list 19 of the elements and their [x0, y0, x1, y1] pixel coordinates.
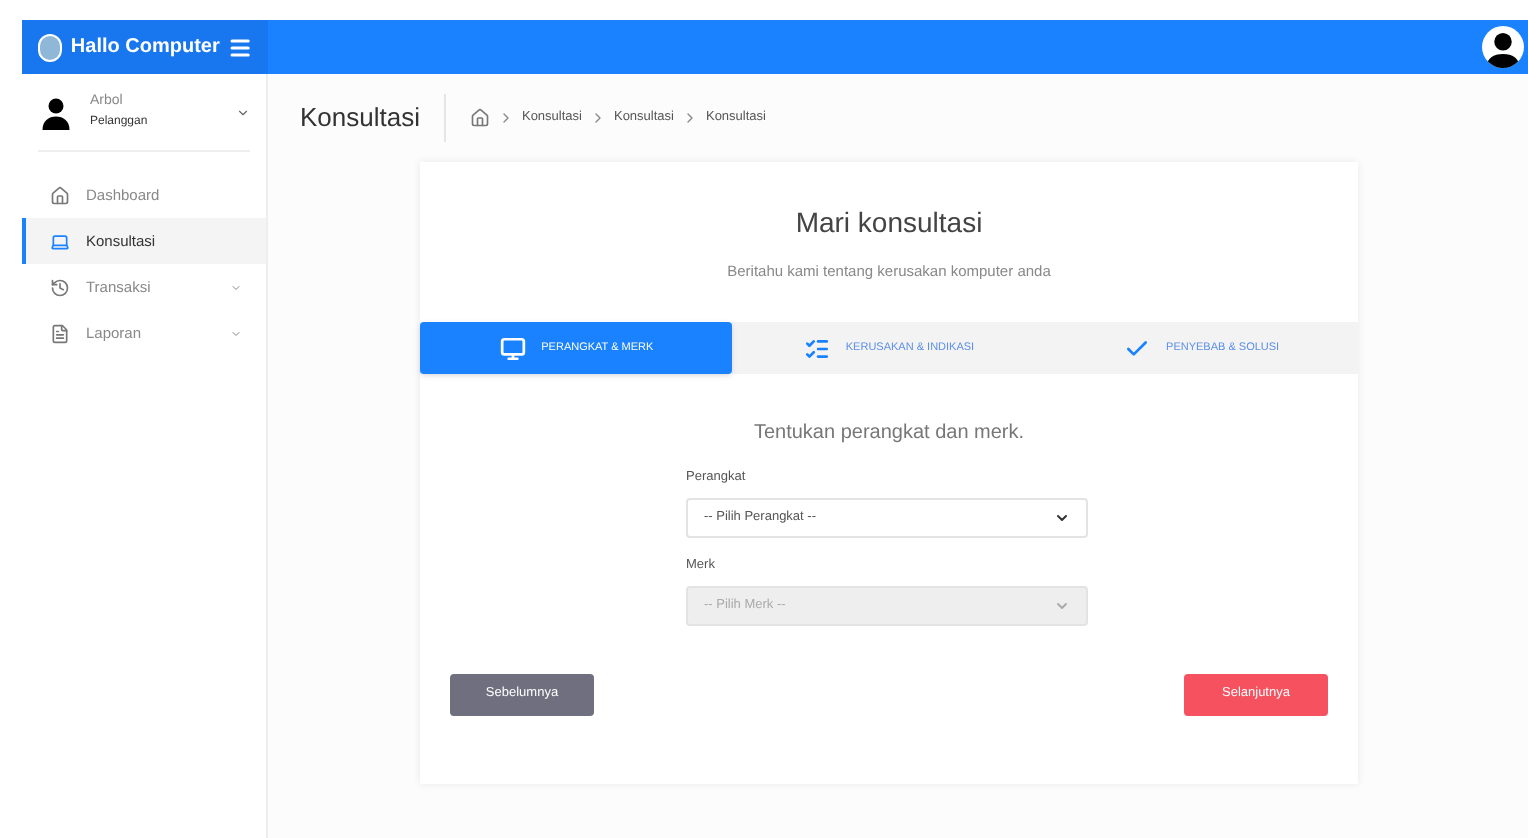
section-heading: Tentukan perangkat dan merk.: [751, 420, 1027, 449]
chevron-icon: [1054, 510, 1070, 526]
page-title: Konsultasi: [300, 94, 446, 142]
document-icon: [50, 323, 70, 343]
brand-name: Hallo Computer: [70, 34, 220, 62]
caret-icon: [230, 281, 242, 293]
card-title: Mari konsultasi: [793, 204, 985, 242]
checkmark-icon: [1124, 335, 1151, 362]
caret-icon[interactable]: [236, 105, 250, 119]
home-icon[interactable]: [469, 108, 490, 128]
caret-icon: [230, 327, 242, 339]
menu-icon[interactable]: [227, 33, 252, 61]
history-icon: [50, 277, 70, 297]
laptop-icon: [50, 231, 70, 251]
chevron-icon: [1054, 597, 1070, 614]
avatar-icon[interactable]: [1482, 26, 1524, 68]
checklist-icon: [803, 335, 830, 362]
house-icon: [50, 185, 70, 205]
monitor-icon: [499, 335, 526, 362]
